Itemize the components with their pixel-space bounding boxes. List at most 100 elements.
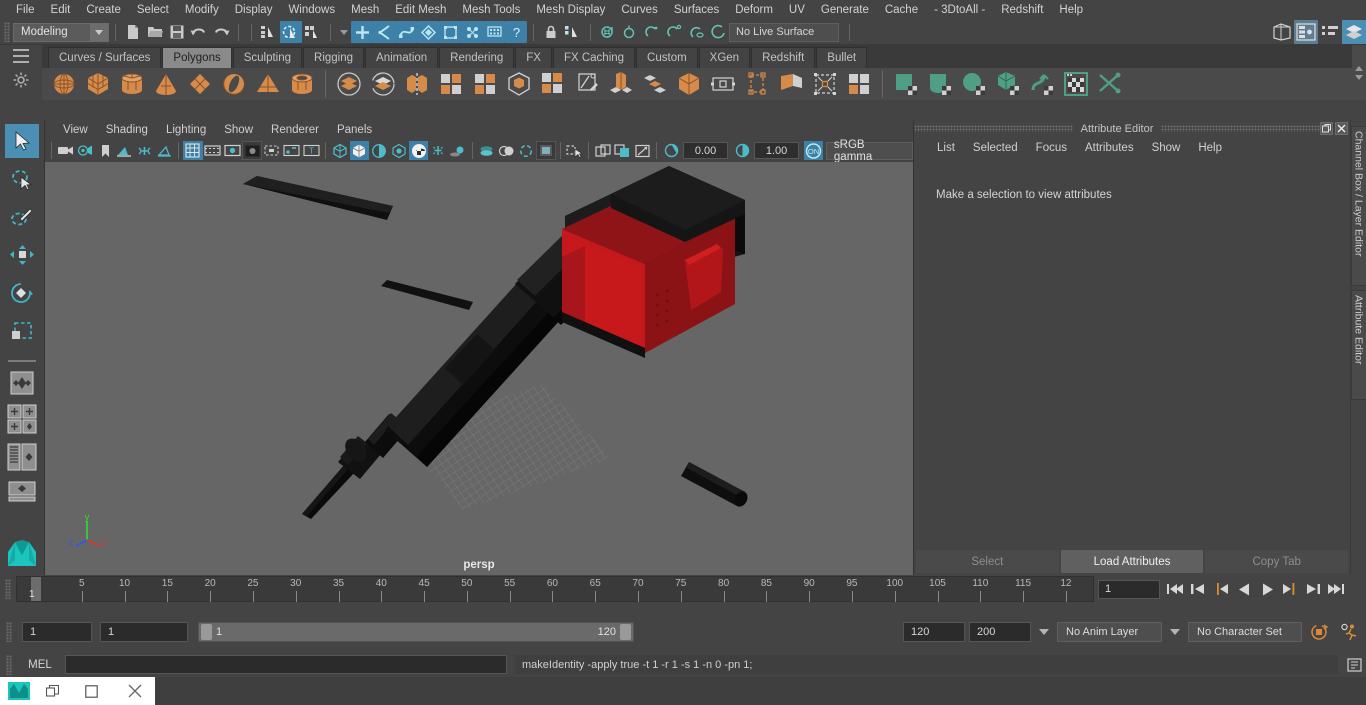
depth-of-field-icon[interactable]: [516, 141, 536, 160]
shelf-tab-redshift[interactable]: Redshift: [751, 47, 816, 68]
menu-help[interactable]: Help: [1051, 2, 1091, 18]
range-slider[interactable]: 1 120: [198, 622, 634, 642]
anim-layer-dropdown-arrow-icon[interactable]: [1035, 629, 1053, 635]
bookmark-icon[interactable]: [95, 141, 115, 160]
outliner-persp-layout[interactable]: [5, 440, 39, 474]
time-slider-gripper[interactable]: [5, 579, 11, 599]
menu-uv[interactable]: UV: [781, 2, 813, 18]
character-set-selector[interactable]: No Character Set: [1188, 622, 1302, 642]
open-attribute-editor-icon[interactable]: [1270, 20, 1294, 44]
open-layer-editor-icon[interactable]: [1342, 20, 1366, 44]
step-forward-frame-icon[interactable]: [1279, 578, 1301, 600]
paint-select-tool[interactable]: [5, 200, 39, 234]
viewport-menu-lighting[interactable]: Lighting: [158, 123, 214, 137]
use-default-light-icon[interactable]: [154, 141, 174, 160]
uv-editor-icon[interactable]: [1060, 68, 1092, 100]
snap-to-projected-center-icon[interactable]: [417, 21, 439, 43]
isolate-select-icon[interactable]: [564, 141, 584, 160]
menu-cache[interactable]: Cache: [877, 2, 926, 18]
transfer-attributes-icon[interactable]: [571, 68, 603, 100]
lasso-select-tool[interactable]: [5, 162, 39, 196]
live-surface-field[interactable]: No Live Surface: [729, 22, 839, 42]
restore-window-icon[interactable]: [38, 684, 68, 698]
uv-planar-icon[interactable]: [890, 68, 922, 100]
step-forward-keyframe-icon[interactable]: [1302, 578, 1324, 600]
shelf-settings-gear-icon[interactable]: [13, 72, 29, 88]
playback-start-time-field[interactable]: 1: [100, 622, 188, 642]
gamma-value[interactable]: 1.00: [753, 142, 800, 159]
viewport-menu-panels[interactable]: Panels: [329, 123, 380, 137]
xray-icon[interactable]: [535, 141, 556, 160]
shelf-tab-sculpting[interactable]: Sculpting: [232, 47, 303, 68]
play-backwards-icon[interactable]: [1233, 578, 1255, 600]
poly-torus-icon[interactable]: [218, 68, 250, 100]
shaded-wireframe-icon[interactable]: [369, 141, 389, 160]
smooth-icon[interactable]: [469, 68, 501, 100]
shelf-tab-xgen[interactable]: XGen: [698, 47, 751, 68]
select-button[interactable]: Select: [916, 550, 1059, 573]
redo-icon[interactable]: [210, 21, 232, 43]
boolean-union-icon[interactable]: [333, 68, 365, 100]
ae-menu-attributes[interactable]: Attributes: [1076, 140, 1143, 156]
lock-icon[interactable]: [540, 21, 562, 43]
shelf-tab-animation[interactable]: Animation: [365, 47, 439, 68]
range-start-handle[interactable]: [201, 624, 212, 640]
menu-3dtoall[interactable]: - 3DtoAll -: [926, 2, 993, 18]
ae-menu-help[interactable]: Help: [1189, 140, 1231, 156]
menu-mesh-tools[interactable]: Mesh Tools: [454, 2, 528, 18]
poly-pyramid-icon[interactable]: [252, 68, 284, 100]
shelf-tab-rendering[interactable]: Rendering: [439, 47, 515, 68]
menu-create[interactable]: Create: [78, 2, 129, 18]
rotate-tool[interactable]: [5, 276, 39, 310]
camera-attributes-icon[interactable]: [76, 141, 96, 160]
use-all-lights-icon[interactable]: [408, 141, 429, 160]
smooth-shade-all-icon[interactable]: [349, 141, 370, 160]
save-scene-icon[interactable]: [166, 21, 188, 43]
menu-mesh[interactable]: Mesh: [343, 2, 387, 18]
scale-tool[interactable]: [5, 314, 39, 348]
undo-icon[interactable]: [188, 21, 210, 43]
anim-layer-selector[interactable]: No Anim Layer: [1057, 622, 1162, 642]
time-slider[interactable]: 1 5 10 15 20 25 30 35 40 45 50 55 60 65 70 75 80 85 90 95 1…: [16, 576, 1094, 602]
poly-sphere-icon[interactable]: [48, 68, 80, 100]
status-line-gripper[interactable]: [4, 22, 10, 42]
render-current-frame-icon[interactable]: [597, 21, 619, 43]
image-plane-icon[interactable]: [115, 141, 135, 160]
select-camera-icon[interactable]: [56, 141, 76, 160]
menu-surfaces[interactable]: Surfaces: [666, 2, 727, 18]
maya-logo-icon[interactable]: [5, 535, 39, 571]
shelf-tab-rigging[interactable]: Rigging: [303, 47, 365, 68]
play-forwards-icon[interactable]: [1256, 578, 1278, 600]
viewport-snapshot-icon[interactable]: [633, 141, 653, 160]
wireframe-icon[interactable]: [330, 141, 350, 160]
range-end-handle[interactable]: [620, 624, 631, 640]
poly-plane-icon[interactable]: [184, 68, 216, 100]
shelf-tab-polygons[interactable]: Polygons: [162, 47, 232, 68]
viewport-menu-shading[interactable]: Shading: [98, 123, 156, 137]
animation-start-time-field[interactable]: 1: [22, 622, 92, 642]
question-icon[interactable]: ?: [505, 21, 527, 43]
shelf-tab-custom[interactable]: Custom: [636, 47, 698, 68]
close-window-icon[interactable]: [115, 684, 155, 698]
open-channel-box-icon[interactable]: [1318, 20, 1342, 44]
gamma-icon[interactable]: [732, 141, 752, 160]
menu-modify[interactable]: Modify: [177, 2, 227, 18]
move-tool[interactable]: [5, 238, 39, 272]
viewport-copy-icon[interactable]: [593, 141, 613, 160]
jackhammer-model[interactable]: [45, 162, 907, 552]
go-to-start-icon[interactable]: [1164, 578, 1186, 600]
select-by-object-icon[interactable]: [280, 21, 302, 43]
menu-select[interactable]: Select: [129, 2, 177, 18]
shadows-icon[interactable]: [428, 141, 448, 160]
new-scene-icon[interactable]: [122, 21, 144, 43]
snap-to-point-icon[interactable]: [395, 21, 417, 43]
maximize-window-icon[interactable]: [68, 684, 116, 698]
command-line-gripper[interactable]: [6, 654, 12, 675]
color-management-icon[interactable]: ON: [804, 141, 823, 160]
select-by-component-icon[interactable]: [302, 21, 324, 43]
snap-popup-arrow-icon[interactable]: [337, 29, 351, 35]
shelf-menu-icon[interactable]: [13, 49, 29, 63]
exposure-value[interactable]: 0.00: [682, 142, 729, 159]
viewport-menu-show[interactable]: Show: [216, 123, 261, 137]
copy-tab-button[interactable]: Copy Tab: [1205, 550, 1349, 573]
